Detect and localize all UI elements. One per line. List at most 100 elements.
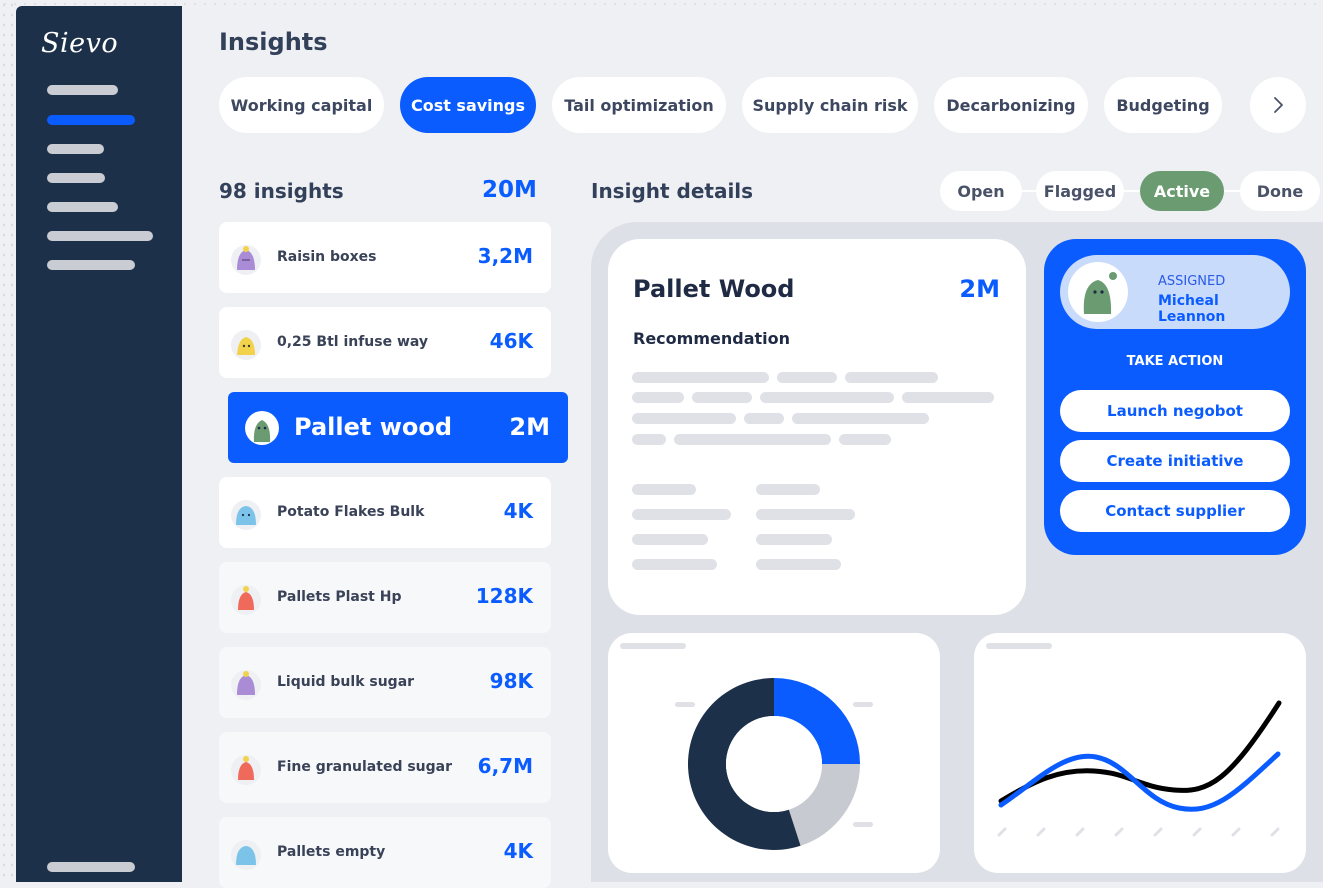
text-placeholder — [674, 434, 831, 445]
status-active[interactable]: Active — [1140, 171, 1224, 211]
insight-name: Liquid bulk sugar — [277, 674, 415, 690]
avatar-icon — [231, 755, 261, 785]
avatar-icon — [1083, 272, 1117, 314]
insight-row-raisin-boxes[interactable]: Raisin boxes 3,2M — [219, 222, 551, 293]
sidebar-nav-item[interactable] — [47, 202, 118, 212]
insight-row-liquid-bulk-sugar[interactable]: Liquid bulk sugar 98K — [219, 647, 551, 718]
detail-title: Pallet Wood — [633, 275, 795, 303]
tab-tail-optimization[interactable]: Tail optimization — [552, 77, 726, 133]
avatar-icon — [231, 245, 261, 275]
text-placeholder — [845, 372, 938, 383]
insight-value: 6,7M — [477, 754, 533, 778]
insight-row-pallets-empty[interactable]: Pallets empty 4K — [219, 817, 551, 888]
tabs-next-button[interactable] — [1250, 77, 1306, 133]
text-placeholder — [760, 392, 894, 403]
insight-value: 4K — [503, 839, 533, 863]
insight-name: 0,25 Btl infuse way — [277, 334, 429, 350]
sidebar-nav-item-bottom[interactable] — [47, 862, 135, 872]
insight-name: Raisin boxes — [277, 249, 377, 265]
text-placeholder — [692, 392, 752, 403]
sidebar-nav-item[interactable] — [47, 144, 104, 154]
avatar-icon — [231, 330, 261, 360]
chart-title-placeholder — [986, 643, 1052, 649]
text-placeholder — [839, 434, 891, 445]
sidebar-nav-item-active[interactable] — [47, 115, 135, 125]
x-axis-ticks — [997, 827, 1280, 837]
insight-row-pallets-plast-hp[interactable]: Pallets Plast Hp 128K — [219, 562, 551, 633]
assignee-name: Micheal Leannon — [1158, 293, 1226, 325]
launch-negobot-button[interactable]: Launch negobot — [1060, 390, 1290, 432]
avatar-icon — [231, 840, 261, 870]
status-done[interactable]: Done — [1240, 171, 1320, 211]
sidebar-nav-item[interactable] — [47, 260, 135, 270]
text-placeholder — [777, 372, 837, 383]
take-action-card: ASSIGNED Micheal Leannon TAKE ACTION Lau… — [1044, 239, 1306, 555]
tab-working-capital[interactable]: Working capital — [219, 77, 384, 133]
contact-supplier-button[interactable]: Contact supplier — [1060, 490, 1290, 532]
legend-placeholder — [853, 822, 873, 827]
sidebar-nav-item[interactable] — [47, 85, 118, 95]
insight-row-potato-flakes-bulk[interactable]: Potato Flakes Bulk 4K — [219, 477, 551, 548]
text-placeholder — [902, 392, 994, 403]
insight-value: 98K — [489, 669, 533, 693]
assignee-avatar — [1068, 262, 1128, 322]
donut-chart — [675, 678, 873, 850]
insight-name: Pallets empty — [277, 844, 386, 860]
tab-cost-savings[interactable]: Cost savings — [400, 77, 536, 133]
text-placeholder — [756, 559, 841, 570]
text-placeholder — [632, 392, 684, 403]
take-action-heading: TAKE ACTION — [1126, 354, 1224, 369]
legend-placeholder — [853, 702, 873, 707]
insights-count: 98 insights — [219, 179, 344, 203]
chevron-right-icon — [1274, 97, 1283, 113]
text-placeholder — [632, 509, 731, 520]
insight-name: Potato Flakes Bulk — [277, 504, 425, 520]
donut-hole — [726, 716, 822, 812]
text-placeholder — [632, 413, 736, 424]
donut-chart-card — [608, 633, 940, 873]
avatar-icon — [231, 670, 261, 700]
chart-title-placeholder — [620, 643, 686, 649]
sidebar: Sievo — [16, 6, 182, 882]
legend-placeholder — [675, 702, 695, 707]
app-logo: Sievo — [41, 28, 119, 59]
insight-row-pallet-wood-selected[interactable]: Pallet wood 2M — [228, 392, 568, 463]
text-placeholder — [744, 413, 784, 424]
insight-details-title: Insight details — [591, 179, 754, 203]
insight-value: 3,2M — [477, 244, 533, 268]
insight-name: Pallets Plast Hp — [277, 589, 402, 605]
sidebar-nav-item[interactable] — [47, 231, 153, 241]
text-placeholder — [632, 484, 696, 495]
sidebar-nav-item[interactable] — [47, 173, 105, 183]
insight-value: 2M — [509, 413, 550, 441]
text-placeholder — [756, 534, 832, 545]
create-initiative-button[interactable]: Create initiative — [1060, 440, 1290, 482]
insight-value: 128K — [475, 584, 533, 608]
decorative-dots-top — [0, 0, 1323, 8]
tab-budgeting[interactable]: Budgeting — [1104, 77, 1222, 133]
insight-detail-card: Pallet Wood 2M Recommendation — [608, 239, 1026, 615]
recommendation-heading: Recommendation — [633, 329, 790, 348]
text-placeholder — [632, 534, 708, 545]
tab-supply-chain-risk[interactable]: Supply chain risk — [742, 77, 918, 133]
text-placeholder — [632, 372, 769, 383]
avatar-icon — [245, 411, 279, 445]
insight-row-fine-granulated-sugar[interactable]: Fine granulated sugar 6,7M — [219, 732, 551, 803]
insight-value: 46K — [489, 329, 533, 353]
avatar-icon — [231, 500, 261, 530]
page-title: Insights — [219, 28, 328, 56]
insight-name: Pallet wood — [294, 413, 453, 441]
decorative-dots-left — [0, 0, 16, 882]
insight-value: 4K — [503, 499, 533, 523]
status-flagged[interactable]: Flagged — [1036, 171, 1124, 211]
text-placeholder — [756, 484, 820, 495]
text-placeholder — [632, 434, 666, 445]
assignee-chip[interactable]: ASSIGNED Micheal Leannon — [1060, 255, 1290, 329]
line-chart — [997, 700, 1282, 837]
insight-name: Fine granulated sugar — [277, 759, 453, 775]
status-open[interactable]: Open — [940, 171, 1022, 211]
line-chart-card — [974, 633, 1306, 873]
text-placeholder — [792, 413, 929, 424]
insight-row-btl-infuse-way[interactable]: 0,25 Btl infuse way 46K — [219, 307, 551, 378]
tab-decarbonizing[interactable]: Decarbonizing — [934, 77, 1088, 133]
